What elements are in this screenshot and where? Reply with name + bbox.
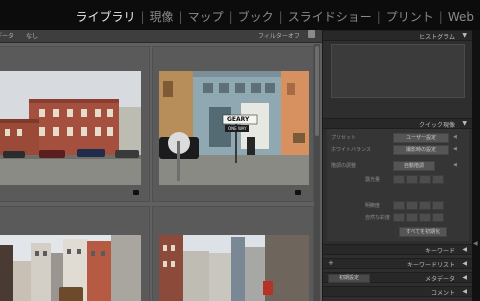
- filter-off-label[interactable]: フィルターオフ: [258, 31, 300, 40]
- expand-icon[interactable]: ◀: [462, 274, 467, 281]
- quick-develop-panel: プリセット ユーザー設定 ◀ ホワイトバランス 撮影時の設定 ◀ 階調の調整 自…: [327, 129, 469, 241]
- keyword-list-title: キーワードリスト: [406, 262, 455, 269]
- photo-downtown-image: [159, 235, 309, 301]
- vibrance-decrease-large[interactable]: [393, 213, 405, 222]
- exposure-decrease[interactable]: [406, 175, 418, 184]
- clarity-row: 明瞭度: [327, 201, 469, 211]
- histogram-area: [331, 44, 465, 98]
- comments-title: コメント: [430, 290, 455, 297]
- reset-row: すべてを初期化: [327, 227, 469, 237]
- quick-develop-header[interactable]: クイック現像 ▼: [323, 118, 473, 129]
- clarity-increase[interactable]: [419, 201, 431, 210]
- clarity-decrease[interactable]: [406, 201, 418, 210]
- add-keyword-icon[interactable]: +: [328, 259, 334, 267]
- expand-icon[interactable]: ◀: [453, 162, 457, 168]
- grid-scrollbar-thumb[interactable]: [315, 46, 319, 136]
- expand-icon[interactable]: ◀: [453, 146, 457, 152]
- clarity-increase-large[interactable]: [432, 201, 444, 210]
- preset-dropdown[interactable]: ユーザー設定: [393, 133, 449, 143]
- tone-control-label: 階調の調整: [331, 163, 357, 169]
- module-slideshow[interactable]: スライドショー: [288, 8, 372, 25]
- expand-icon[interactable]: ◀: [453, 134, 457, 140]
- expand-icon[interactable]: ◀: [462, 260, 467, 267]
- metadata-preset-dropdown[interactable]: 初期設定: [328, 274, 370, 283]
- photo-thumbnail-city-street[interactable]: [0, 235, 141, 301]
- vibrance-row: 自然な彩度: [327, 213, 469, 223]
- exposure-label: 露光量: [365, 177, 381, 183]
- filter-none-tab[interactable]: なし: [26, 31, 38, 40]
- histogram-header[interactable]: ヒストグラム ▼: [323, 30, 473, 41]
- right-panel: ヒストグラム ▼ クイック現像 ▼ プリセット ユーザー設定 ◀ ホワイトバラン…: [322, 30, 473, 301]
- vibrance-decrease[interactable]: [406, 213, 418, 222]
- photo-thumbnail-downtown[interactable]: [159, 235, 309, 301]
- collapse-panel-icon[interactable]: ◀: [473, 240, 478, 247]
- module-map[interactable]: マップ: [188, 8, 224, 25]
- module-library[interactable]: ライブラリ: [75, 8, 135, 25]
- street-sign-name: GEARY: [227, 116, 250, 123]
- expand-icon[interactable]: ◀: [462, 288, 467, 295]
- street-sign-oneway: ONE WAY: [228, 126, 247, 131]
- photo-thumbnail-geary-street[interactable]: GEARY ONE WAY: [159, 71, 309, 185]
- grid-view: データ なし フィルターオフ: [0, 30, 322, 301]
- photo-badge-icon[interactable]: [133, 190, 139, 195]
- grid-cell[interactable]: [0, 206, 150, 301]
- module-separator: |: [376, 9, 381, 24]
- reset-all-button[interactable]: すべてを初期化: [399, 227, 447, 237]
- quick-develop-title: クイック現像: [418, 122, 455, 129]
- histogram-title: ヒストグラム: [419, 34, 455, 41]
- metadata-header[interactable]: 初期設定 メタデータ ◀: [323, 272, 473, 283]
- grid-scrollbar[interactable]: [314, 44, 320, 301]
- grid-cell[interactable]: [0, 46, 150, 202]
- exposure-increase[interactable]: [419, 175, 431, 184]
- auto-tone-button[interactable]: 自動階調: [393, 161, 435, 171]
- exposure-row: 露光量: [327, 175, 469, 185]
- keywording-title: キーワード: [424, 248, 455, 255]
- clarity-label: 明瞭度: [365, 203, 381, 209]
- grid-cell[interactable]: [152, 206, 314, 301]
- clarity-decrease-large[interactable]: [393, 201, 405, 210]
- exposure-increase-large[interactable]: [432, 175, 444, 184]
- module-develop[interactable]: 現像: [150, 8, 174, 25]
- collapse-icon[interactable]: ▼: [462, 32, 467, 39]
- grid-cell[interactable]: GEARY ONE WAY: [152, 46, 314, 202]
- module-web[interactable]: Web: [448, 10, 474, 24]
- module-separator: |: [228, 9, 233, 24]
- white-balance-label: ホワイトバランス: [331, 147, 371, 153]
- photo-badge-icon[interactable]: [295, 190, 301, 195]
- lock-icon[interactable]: [308, 30, 315, 38]
- expand-icon[interactable]: ◀: [462, 246, 467, 253]
- right-panel-edge[interactable]: ◀: [472, 30, 480, 301]
- photo-brick-building-image: [0, 71, 141, 185]
- module-separator: |: [438, 9, 443, 24]
- module-print[interactable]: プリント: [386, 8, 434, 25]
- preset-row: プリセット ユーザー設定 ◀: [327, 133, 469, 143]
- keyword-list-header[interactable]: + キーワードリスト ◀: [323, 258, 473, 269]
- vibrance-increase-large[interactable]: [432, 213, 444, 222]
- exposure-decrease-large[interactable]: [393, 175, 405, 184]
- module-separator: |: [140, 9, 145, 24]
- preset-label: プリセット: [331, 135, 357, 141]
- keywording-header[interactable]: キーワード ◀: [323, 244, 473, 255]
- white-balance-row: ホワイトバランス 撮影時の設定 ◀: [327, 145, 469, 155]
- comments-header[interactable]: コメント ◀: [323, 286, 473, 297]
- metadata-title: メタデータ: [424, 276, 455, 283]
- vibrance-label: 自然な彩度: [365, 215, 391, 221]
- module-book[interactable]: ブック: [238, 8, 274, 25]
- filter-data-tab[interactable]: データ: [0, 31, 14, 40]
- collapse-icon[interactable]: ▼: [462, 120, 467, 127]
- tone-control-row: 階調の調整 自動階調 ◀: [327, 161, 469, 171]
- white-balance-dropdown[interactable]: 撮影時の設定: [393, 145, 449, 155]
- library-filter-bar: データ なし フィルターオフ: [0, 30, 322, 43]
- module-picker: ライブラリ | 現像 | マップ | ブック | スライドショー | プリント …: [0, 0, 480, 30]
- photo-thumbnail-brick-building[interactable]: [0, 71, 141, 185]
- vibrance-increase[interactable]: [419, 213, 431, 222]
- photo-city-street-image: [0, 235, 141, 301]
- module-separator: |: [178, 9, 183, 24]
- module-separator: |: [278, 9, 283, 24]
